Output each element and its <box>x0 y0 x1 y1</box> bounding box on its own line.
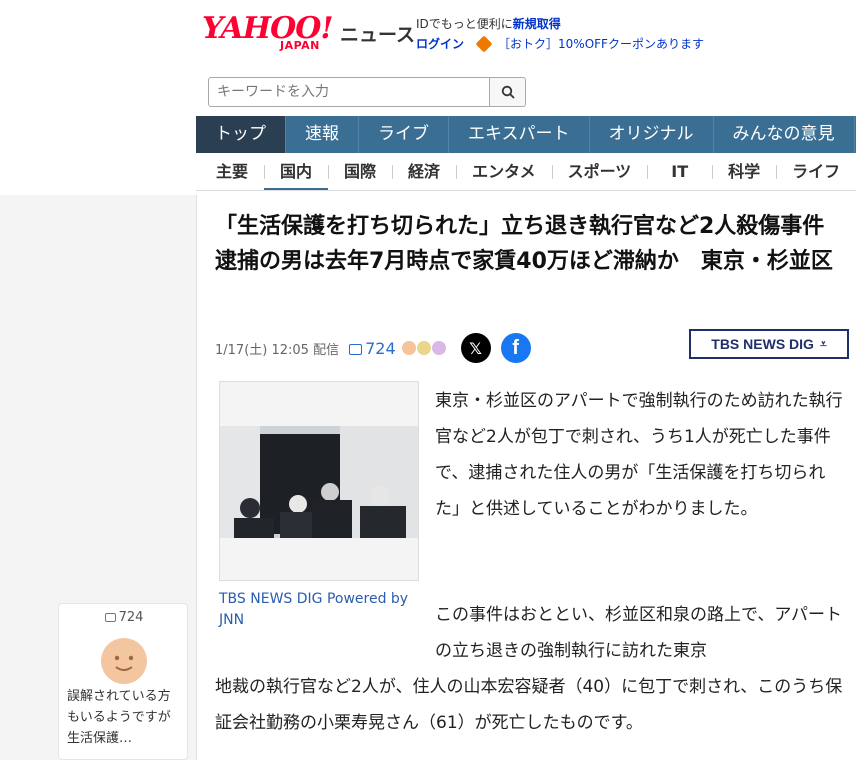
category-economy[interactable]: 経済 <box>392 153 456 190</box>
tab-top[interactable]: トップ <box>196 116 286 153</box>
site-header: YAHOO! JAPAN ニュース IDでもっと便利に新規取得 ログイン ［おト… <box>196 0 856 195</box>
article-title: 「生活保護を打ち切られた」立ち退き執行官など2人殺傷事件 逮捕の男は去年7月時点… <box>215 214 847 274</box>
comment-card-text: 誤解されている方もいるようですが 生活保護… <box>67 689 171 746</box>
register-link[interactable]: 新規取得 <box>513 17 561 31</box>
category-sports[interactable]: スポーツ <box>551 153 648 190</box>
smiley-face-icon <box>101 638 147 684</box>
coupon-link[interactable]: ［おトク］10%OFFクーポンあります <box>498 35 704 52</box>
comment-link[interactable]: 724 <box>349 339 396 358</box>
source-logo[interactable]: TBS NEWS DIG ⩡ <box>689 329 849 359</box>
publish-date: 1/17(土) 12:05 配信 <box>215 342 340 358</box>
category-it[interactable]: IT <box>647 153 712 190</box>
tab-live[interactable]: ライブ <box>359 116 449 153</box>
floating-comment-card[interactable]: 724 誤解されている方もいるようですが 生活保護… <box>58 603 188 760</box>
comment-card-count: 724 <box>59 610 189 625</box>
tab-opinions[interactable]: みんなの意見 <box>714 116 855 153</box>
coupon-icon <box>475 35 493 52</box>
category-nav: 主要 国内 国際 経済 エンタメ スポーツ IT 科学 ライフ <box>196 153 856 191</box>
photo-image <box>220 426 418 538</box>
login-link[interactable]: ログイン <box>416 35 464 52</box>
tab-expert[interactable]: エキスパート <box>449 116 590 153</box>
article-paragraph-2-start: この事件はおととい、杉並区和泉の路上で、アパートの立ち退きの強制執行に訪れた東京 <box>435 605 842 661</box>
reaction-face-icon <box>416 341 431 355</box>
comment-bubble-icon <box>349 343 363 355</box>
reaction-face-icon <box>401 341 416 355</box>
comment-count[interactable]: 724 <box>365 339 396 358</box>
category-life[interactable]: ライフ <box>776 153 856 190</box>
comment-bubble-icon <box>104 613 116 622</box>
login-prompt: IDでもっと便利に新規取得 <box>416 15 561 32</box>
search-icon <box>501 85 515 99</box>
article-paragraph-2-rest: 地裁の執行官など2人が、住人の山本宏容疑者（40）に包丁で刺され、このうち保証会… <box>215 677 843 733</box>
category-entertainment[interactable]: エンタメ <box>456 153 552 190</box>
login-row: ログイン ［おトク］10%OFFクーポンあります <box>416 35 704 52</box>
search-bar <box>208 77 526 107</box>
category-science[interactable]: 科学 <box>712 153 776 190</box>
chevron-down-icon: ⩡ <box>819 336 827 351</box>
photo-caption[interactable]: TBS NEWS DIG Powered by JNN <box>219 589 419 631</box>
category-international[interactable]: 国際 <box>328 153 392 190</box>
news-logo[interactable]: ニュース <box>340 20 415 47</box>
reaction-faces[interactable] <box>401 341 447 355</box>
tab-breaking[interactable]: 速報 <box>286 116 359 153</box>
search-input[interactable] <box>208 77 490 107</box>
x-share-icon[interactable]: 𝕏 <box>460 333 491 363</box>
comment-card-count-value: 724 <box>118 610 144 625</box>
photo-scene <box>220 426 418 538</box>
article: 「生活保護を打ち切られた」立ち退き執行官など2人殺傷事件 逮捕の男は去年7月時点… <box>196 195 856 760</box>
category-domestic[interactable]: 国内 <box>264 153 329 190</box>
source-logo-text: TBS NEWS DIG <box>711 336 814 352</box>
primary-nav: トップ 速報 ライブ エキスパート オリジナル みんなの意見 <box>196 116 856 153</box>
search-button[interactable] <box>490 77 526 107</box>
login-prompt-text: IDでもっと便利に <box>416 17 513 31</box>
article-photo[interactable] <box>219 381 419 581</box>
tab-original[interactable]: オリジナル <box>590 116 714 153</box>
article-paragraph-1: 東京・杉並区のアパートで強制執行のため訪れた執行官など2人が包丁で刺され、うち1… <box>435 391 843 519</box>
logo-row: YAHOO! JAPAN ニュース IDでもっと便利に新規取得 ログイン ［おト… <box>196 12 856 56</box>
reaction-face-icon <box>431 341 446 355</box>
article-meta: 1/17(土) 12:05 配信 724 𝕏 f <box>215 333 531 363</box>
yahoo-logo-sub: JAPAN <box>280 39 320 52</box>
facebook-share-icon[interactable]: f <box>500 333 531 363</box>
category-main[interactable]: 主要 <box>196 153 264 190</box>
